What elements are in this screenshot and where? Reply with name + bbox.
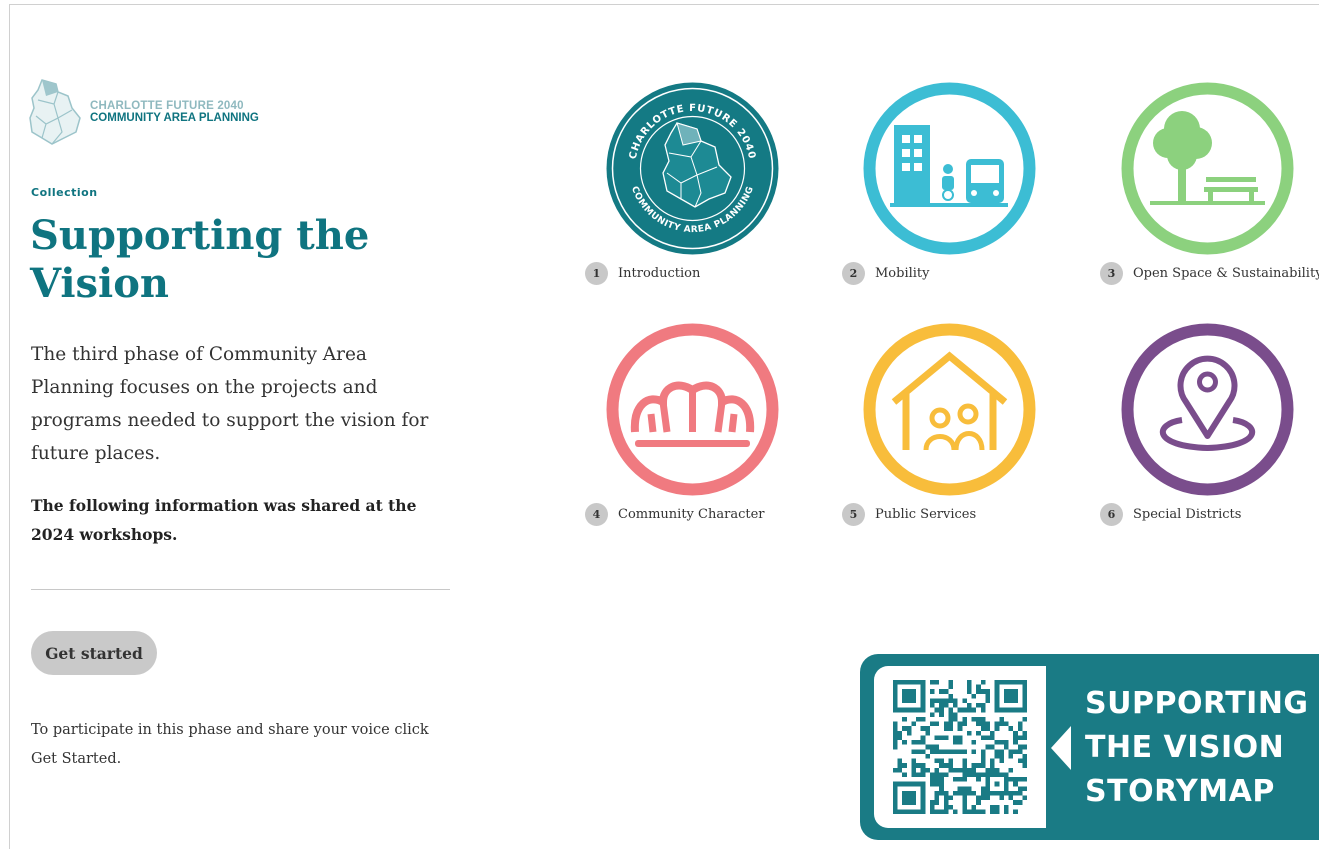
house-people-icon — [862, 322, 1037, 497]
qr-code-icon — [893, 680, 1027, 814]
tile-public-services[interactable]: 5 Public Services — [842, 322, 1082, 542]
tile-label: Open Space & Sustainability — [1133, 266, 1319, 281]
crown-icon — [605, 322, 780, 497]
collection-label: Collection — [31, 186, 98, 199]
tree-bench-icon — [1120, 81, 1295, 256]
charlotte-logo[interactable]: CHARLOTTE FUTURE 2040 COMMUNITY AREA PLA… — [28, 78, 259, 146]
tile-number: 6 — [1100, 503, 1123, 526]
collection-description: The third phase of Community Area Planni… — [31, 344, 429, 464]
tile-special-districts[interactable]: 6 Special Districts — [1100, 322, 1319, 542]
storymap-line-3: STORYMAP — [1085, 774, 1275, 809]
logo-line-1: CHARLOTTE FUTURE 2040 — [90, 100, 244, 112]
workshop-note: The following information was shared at … — [31, 496, 417, 544]
tile-introduction[interactable]: CHARLOTTE FUTURE 2040 COMMUNITY AREA PLA… — [585, 81, 825, 301]
get-started-button[interactable]: Get started — [31, 631, 157, 675]
county-map-icon — [29, 79, 81, 145]
divider — [31, 589, 450, 590]
page-title: Supporting the Vision — [30, 212, 370, 307]
mobility-icon — [862, 81, 1037, 256]
tile-label: Community Character — [618, 507, 765, 522]
charlotte-future-2040-seal-icon: CHARLOTTE FUTURE 2040 COMMUNITY AREA PLA… — [605, 81, 780, 256]
participate-text: To participate in this phase and share y… — [31, 722, 429, 767]
tile-number: 4 — [585, 503, 608, 526]
qr-panel — [874, 666, 1046, 828]
tile-number: 5 — [842, 503, 865, 526]
tile-label: Special Districts — [1133, 507, 1242, 522]
tile-open-space[interactable]: 3 Open Space & Sustainability — [1100, 81, 1319, 301]
tile-label: Mobility — [875, 266, 930, 281]
tile-community-character[interactable]: 4 Community Character — [585, 322, 825, 542]
logo-line-2: COMMUNITY AREA PLANNING — [90, 112, 259, 124]
tile-label: Public Services — [875, 507, 977, 522]
storymap-line-1: SUPPORTING — [1085, 686, 1309, 721]
tile-number: 1 — [585, 262, 608, 285]
tile-number: 3 — [1100, 262, 1123, 285]
arrow-left-icon — [1051, 726, 1071, 770]
location-pin-icon — [1120, 322, 1295, 497]
tile-number: 2 — [842, 262, 865, 285]
tile-mobility[interactable]: 2 Mobility — [842, 81, 1082, 301]
storymap-line-2: THE VISION — [1085, 730, 1285, 765]
tile-label: Introduction — [618, 266, 701, 281]
storymap-qr-card[interactable]: SUPPORTING THE VISION STORYMAP — [860, 654, 1319, 840]
